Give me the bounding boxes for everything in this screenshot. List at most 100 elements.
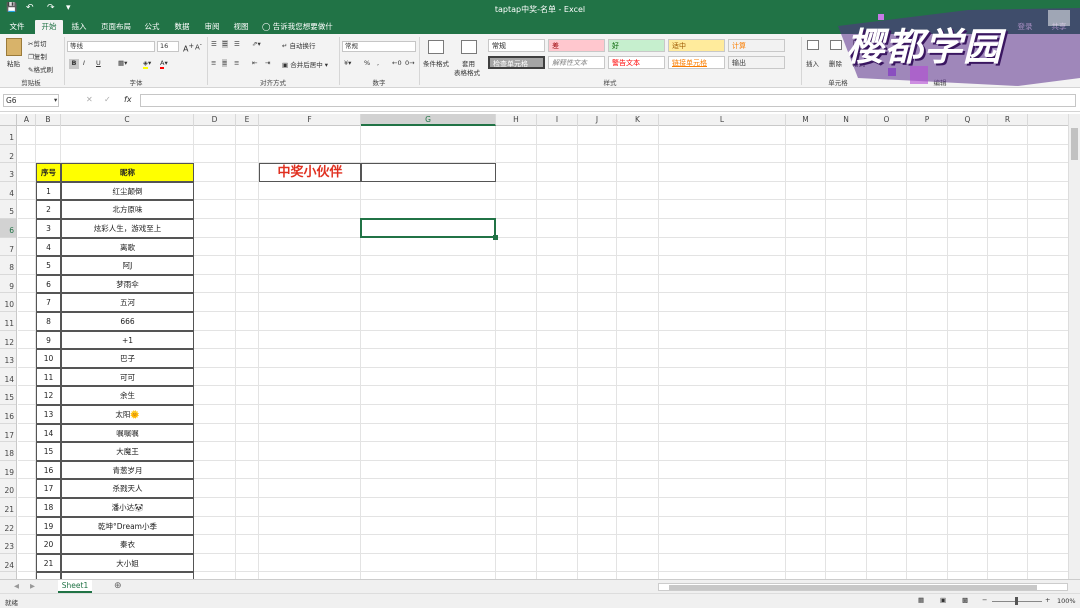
table-cell-index[interactable]: 6 <box>36 274 61 294</box>
font-color-icon[interactable]: A▾ <box>160 59 168 69</box>
column-header-m[interactable]: M <box>786 114 826 126</box>
currency-icon[interactable]: ¥▾ <box>344 59 351 67</box>
paste-button[interactable]: 粘贴 <box>7 58 20 68</box>
increase-decimal-icon[interactable]: ←0 <box>392 59 402 67</box>
normal-view-icon[interactable]: ▦ <box>918 596 924 604</box>
zoom-out-icon[interactable]: − <box>982 596 987 604</box>
tab-data[interactable]: 数据 <box>171 20 193 34</box>
row-header-10[interactable]: 10 <box>0 293 16 312</box>
table-cell-nickname[interactable]: +1 <box>61 330 194 350</box>
table-cell-nickname[interactable]: 乾坤°Dream小季 <box>61 516 194 536</box>
conditional-format-icon[interactable] <box>428 40 444 54</box>
winner-value-cell[interactable] <box>361 163 496 182</box>
row-header-21[interactable]: 21 <box>0 498 16 517</box>
insert-function-button[interactable]: fx <box>124 95 132 104</box>
table-cell-nickname[interactable]: 潘小达🐼 <box>61 498 194 517</box>
bold-button[interactable]: B <box>69 59 79 69</box>
align-right-icon[interactable]: ≡ <box>234 59 239 67</box>
column-header-e[interactable]: E <box>236 114 259 126</box>
table-header-nickname[interactable]: 昵称 <box>61 163 194 182</box>
prev-sheet-icon[interactable]: ◀ <box>14 582 19 590</box>
table-cell-nickname[interactable]: 阿J <box>61 256 194 275</box>
zoom-slider-thumb[interactable] <box>1015 597 1018 605</box>
column-header-n[interactable]: N <box>826 114 867 126</box>
tab-page-layout[interactable]: 页面布局 <box>97 20 135 34</box>
table-cell-nickname[interactable]: 余生 <box>61 386 194 405</box>
cell-style-6[interactable]: 解释性文本 <box>548 56 605 69</box>
table-cell-index[interactable]: 7 <box>36 293 61 312</box>
table-cell-index[interactable]: 10 <box>36 349 61 368</box>
row-header-13[interactable]: 13 <box>0 349 16 368</box>
font-size-select[interactable]: 16 <box>157 41 179 52</box>
row-header-14[interactable]: 14 <box>0 368 16 387</box>
table-format-icon[interactable] <box>461 40 477 54</box>
row-header-18[interactable]: 18 <box>0 442 16 461</box>
wrap-text-button[interactable]: ↵ 自动换行 <box>282 40 316 50</box>
column-header-h[interactable]: H <box>496 114 537 126</box>
comma-button[interactable]: , <box>377 59 379 67</box>
grow-font-icon[interactable]: A+ <box>183 42 194 54</box>
vertical-scrollbar[interactable] <box>1068 114 1080 579</box>
align-left-icon[interactable]: ≡ <box>211 59 216 67</box>
table-cell-index[interactable]: 4 <box>36 237 61 257</box>
copy-button[interactable]: ❐复制 <box>28 51 47 61</box>
row-header-8[interactable]: 8 <box>0 256 16 275</box>
row-header-20[interactable]: 20 <box>0 479 16 498</box>
row-header-23[interactable]: 23 <box>0 535 16 554</box>
table-cell-nickname[interactable]: 可可 <box>61 367 194 387</box>
add-sheet-button[interactable]: ⊕ <box>114 581 122 591</box>
table-cell-index[interactable]: 12 <box>36 386 61 405</box>
conditional-format-button[interactable]: 条件格式 <box>423 58 449 68</box>
increase-indent-icon[interactable]: ⇥ <box>265 59 270 67</box>
decrease-decimal-icon[interactable]: 0→ <box>405 59 415 67</box>
column-header-q[interactable]: Q <box>948 114 988 126</box>
table-cell-nickname-partial[interactable] <box>61 572 194 579</box>
tab-formulas[interactable]: 公式 <box>141 20 163 34</box>
row-header-5[interactable]: 5 <box>0 200 16 219</box>
cell-style-2[interactable]: 好 <box>608 39 665 52</box>
italic-button[interactable]: I <box>83 59 85 67</box>
column-header-i[interactable]: I <box>537 114 578 126</box>
table-cell-index[interactable]: 20 <box>36 535 61 554</box>
cancel-entry-icon[interactable]: ✕ <box>86 95 93 104</box>
column-header-p[interactable]: P <box>907 114 948 126</box>
row-header-9[interactable]: 9 <box>0 275 16 294</box>
fill-handle[interactable] <box>493 234 498 240</box>
row-header-12[interactable]: 12 <box>0 331 16 350</box>
cell-style-3[interactable]: 适中 <box>668 39 725 52</box>
table-cell-index[interactable]: 1 <box>36 181 61 201</box>
table-cell-nickname[interactable]: 大小姐 <box>61 553 194 573</box>
cell-style-4[interactable]: 计算 <box>728 39 785 52</box>
table-cell-index-partial[interactable] <box>36 572 61 579</box>
table-cell-nickname[interactable]: 大魔王 <box>61 442 194 461</box>
align-middle-icon[interactable]: ☰ <box>222 40 228 48</box>
table-cell-index[interactable]: 19 <box>36 516 61 536</box>
column-header-d[interactable]: D <box>194 114 236 126</box>
active-cell-g6[interactable] <box>360 218 496 238</box>
vertical-scroll-thumb[interactable] <box>1071 128 1078 160</box>
tell-me-search[interactable]: ◯ 告诉我您想要做什么... <box>262 20 342 44</box>
column-header-g[interactable]: G <box>361 114 496 126</box>
select-all-corner[interactable] <box>0 114 17 126</box>
row-header-6[interactable]: 6 <box>0 219 16 238</box>
page-break-view-icon[interactable]: ▩ <box>962 596 968 604</box>
format-painter-button[interactable]: ✎格式刷 <box>28 64 53 74</box>
cell-style-7[interactable]: 警告文本 <box>608 56 665 69</box>
row-header-24[interactable]: 24 <box>0 554 16 573</box>
cell-style-8[interactable]: 链接单元格 <box>668 56 725 69</box>
align-center-icon[interactable]: ≡ <box>222 59 228 67</box>
horizontal-scroll-thumb[interactable] <box>669 585 1037 590</box>
table-cell-nickname[interactable]: 炫彩人生，游戏至上 <box>61 219 194 238</box>
font-name-select[interactable]: 等线 <box>67 41 155 52</box>
merge-center-button[interactable]: ▣ 合并后居中 ▾ <box>282 59 328 69</box>
column-header-k[interactable]: K <box>617 114 659 126</box>
paste-icon[interactable] <box>6 38 22 56</box>
table-cell-nickname[interactable]: 青葱岁月 <box>61 460 194 480</box>
sheet-tab-sheet1[interactable]: Sheet1 <box>58 580 92 593</box>
winner-label[interactable]: 中奖小伙伴 <box>259 163 361 182</box>
column-header-j[interactable]: J <box>578 114 617 126</box>
column-header-r[interactable]: R <box>988 114 1028 126</box>
column-header-l[interactable]: L <box>659 114 786 126</box>
table-cell-nickname[interactable]: 离歌 <box>61 237 194 257</box>
tab-review[interactable]: 审阅 <box>201 20 223 34</box>
